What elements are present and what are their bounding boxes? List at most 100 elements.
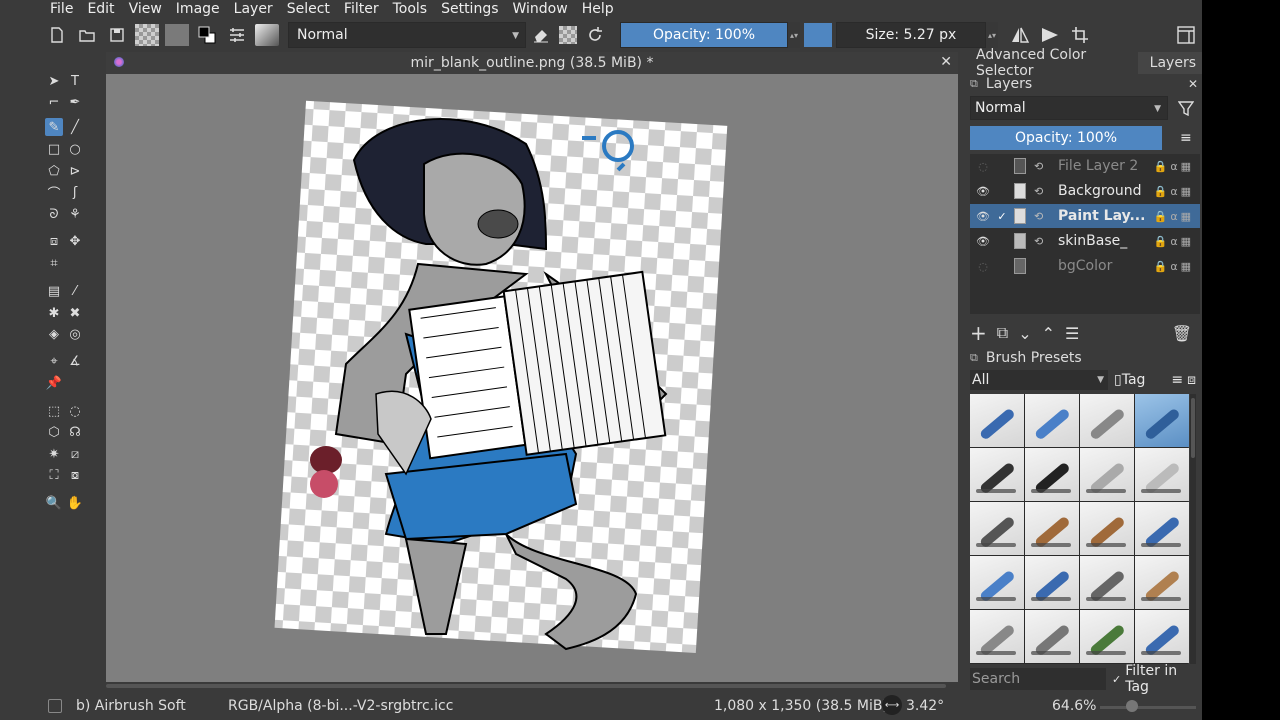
magnetic-selection-icon[interactable]: ⧇ [66,466,84,484]
preserve-alpha-icon[interactable] [559,26,577,44]
layer-row[interactable]: 👁 ⟲ skinBase_ 🔒α▦ [970,229,1200,253]
crop-tool-icon[interactable]: ⌗ [45,254,63,272]
brush-settings-icon[interactable] [225,23,249,47]
menu-file[interactable]: File [50,1,73,17]
pattern-swatch[interactable] [135,24,159,46]
float-icon[interactable]: ⧉ [970,351,978,365]
wrap-around-icon[interactable] [1068,23,1092,47]
measure-tool-icon[interactable]: ∡ [66,352,84,370]
text-tool-icon[interactable]: T [66,72,84,90]
new-document-icon[interactable] [45,23,69,47]
brush-preset-ink-soft[interactable] [1080,448,1134,501]
menu-layer[interactable]: Layer [234,1,273,17]
gradient-swatch[interactable] [165,24,189,46]
layer-opacity-slider[interactable]: Opacity: 100% [970,126,1162,150]
calligraphy-icon[interactable]: ✒ [66,93,84,111]
pan-tool-icon[interactable]: ✋ [66,494,84,512]
layer-row[interactable]: ◌ bgColor 🔒α▦ [970,254,1200,278]
add-layer-icon[interactable]: + [970,321,987,345]
brush-scrollbar[interactable] [1190,394,1196,664]
popout-icon[interactable]: ⧈ [1187,372,1196,388]
polygon-tool-icon[interactable]: ⬠ [45,162,63,180]
layer-menu-icon[interactable]: ≡ [1180,130,1192,146]
contiguous-selection-icon[interactable]: ✷ [45,445,63,463]
layer-row[interactable]: 👁 ⟲ Background 🔒α▦ [970,179,1200,203]
bezier-selection-icon[interactable]: ⛶ [45,466,63,484]
menu-window[interactable]: Window [513,1,568,17]
brush-preset-pen-brown[interactable] [1025,502,1079,555]
layer-row[interactable]: ◌ ⟲ File Layer 2 🔒α▦ [970,154,1200,178]
float-icon[interactable]: ⧉ [970,77,978,91]
move-tool-icon[interactable]: ✥ [66,232,84,250]
layer-checkbox[interactable]: ✓ [996,210,1008,223]
rect-selection-icon[interactable]: ⬚ [45,402,63,420]
brush-preset-ink-basic[interactable] [970,448,1024,501]
workspace-icon[interactable] [1174,23,1198,47]
brush-preset-pencil-loop[interactable] [1025,610,1079,663]
brush-preset-ink-marker[interactable] [1135,448,1189,501]
close-icon[interactable]: ✕ [940,54,952,70]
layer-checkbox[interactable] [996,260,1008,272]
open-document-icon[interactable] [75,23,99,47]
size-spin-icon[interactable]: ▴▾ [986,22,998,48]
similar-selection-icon[interactable]: ⧄ [66,445,84,463]
brush-preset-pencil-dark[interactable] [1080,556,1134,609]
layer-checkbox[interactable] [996,160,1008,172]
visibility-icon[interactable]: 👁 [974,185,992,198]
bezier-tool-icon[interactable]: ⌒ [45,183,63,202]
multibrush-icon[interactable]: ⚘ [66,205,84,223]
fg-bg-color-icon[interactable] [195,23,219,47]
canvas[interactable] [106,74,958,682]
size-slider[interactable]: Size: 5.27 px [836,22,986,48]
color-picker-icon[interactable]: ⁄ [66,282,84,300]
brush-preset-eraser-blur[interactable] [1080,394,1134,447]
menu-settings[interactable]: Settings [441,1,498,17]
layer-blend-mode-select[interactable]: Normal ▼ [970,96,1168,120]
color-profile[interactable]: RGB/Alpha (8-bi...-V2-srgbtrc.icc [228,698,453,714]
freehand-selection-icon[interactable]: ☊ [66,423,84,441]
layer-properties-icon[interactable]: ☰ [1065,324,1079,343]
menu-image[interactable]: Image [176,1,220,17]
eraser-mode-icon[interactable] [529,23,553,47]
rotation-icon[interactable]: ⟷ [882,695,902,715]
smart-patch-icon[interactable]: ✖ [66,304,84,322]
brush-preset-ink-fineliner[interactable] [1025,448,1079,501]
brush-preset-pen-taper[interactable] [1080,502,1134,555]
layer-props-icon[interactable]: 🔒α▦ [1154,260,1194,273]
brush-preset-airbrush-soft[interactable] [1135,394,1189,447]
menu-tools[interactable]: Tools [393,1,428,17]
select-shapes-icon[interactable]: ➤ [45,72,63,90]
brush-preset-pencil-tan[interactable] [1135,556,1189,609]
mirror-horizontal-icon[interactable] [1008,23,1032,47]
zoom-tool-icon[interactable]: 🔍 [45,494,63,512]
edit-shapes-icon[interactable]: ⌐ [45,93,63,111]
rectangle-tool-icon[interactable]: □ [45,140,63,158]
duplicate-layer-icon[interactable]: ⧉ [997,323,1008,343]
opacity-spin-icon[interactable]: ▴▾ [788,22,800,48]
brush-tag-select[interactable]: All ▼ [970,370,1108,390]
reference-tool-icon[interactable]: 📌 [45,374,63,392]
brush-preset-pencil-white[interactable] [1025,556,1079,609]
view-menu-icon[interactable]: ≡ [1171,372,1183,388]
colorize-mask-icon[interactable]: ✱ [45,304,63,322]
freehand-brush-icon[interactable]: ✎ [45,118,63,136]
polygon-selection-icon[interactable]: ⬡ [45,423,63,441]
menu-view[interactable]: View [129,1,162,17]
polyline-tool-icon[interactable]: ⊳ [66,162,84,180]
move-layer-up-icon[interactable]: ⌃ [1042,324,1055,343]
enclose-fill-icon[interactable]: ◎ [66,325,84,343]
save-icon[interactable] [105,23,129,47]
freehand-path-icon[interactable]: ʃ [66,183,84,201]
visibility-icon[interactable]: 👁 [974,235,992,248]
visibility-icon[interactable]: ◌ [974,160,992,173]
move-layer-down-icon[interactable]: ⌄ [1018,324,1031,343]
gradient-tool-icon[interactable]: ▤ [45,282,63,300]
brush-preset-eraser-hard[interactable] [970,394,1024,447]
visibility-icon[interactable]: ◌ [974,260,992,273]
layer-props-icon[interactable]: 🔒α▦ [1154,235,1194,248]
brush-preset-pen-blue[interactable] [1135,502,1189,555]
brush-search-input[interactable] [970,668,1106,690]
assistant-tool-icon[interactable]: ⌖ [45,352,63,370]
zoom-slider-handle[interactable] [1126,700,1138,712]
layer-props-icon[interactable]: 🔒α▦ [1154,185,1194,198]
